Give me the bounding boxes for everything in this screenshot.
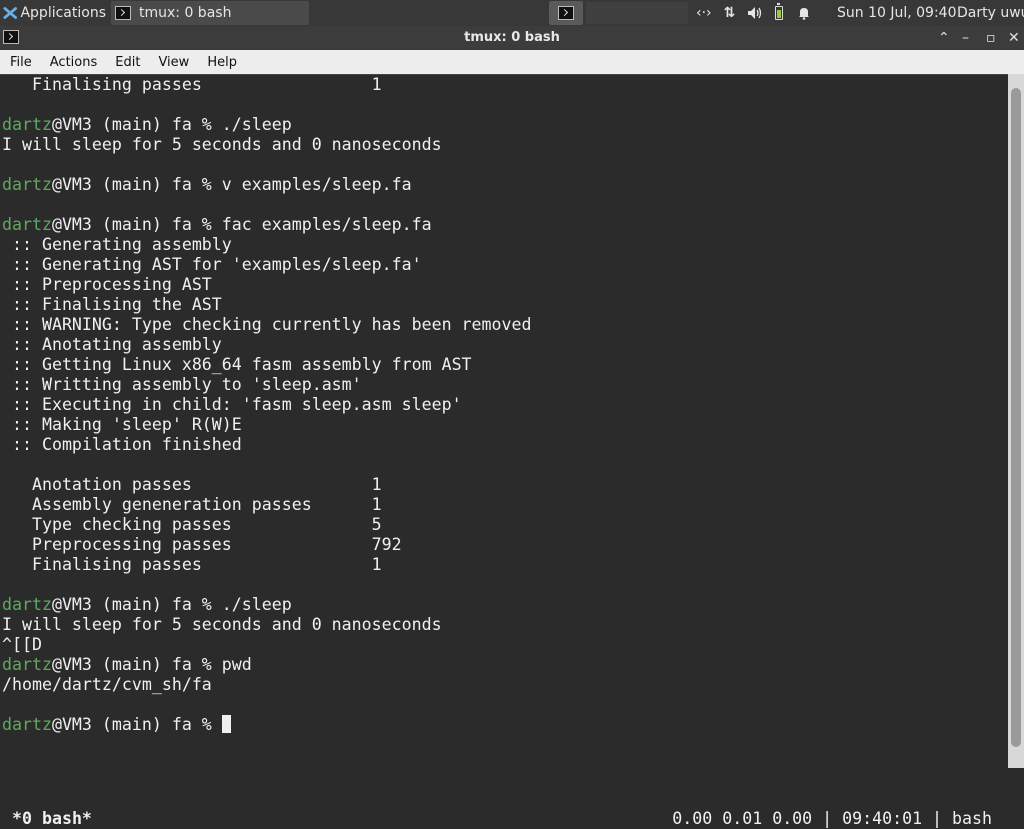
network-activity-icon[interactable]: ‹·›: [696, 5, 712, 21]
menu-actions[interactable]: Actions: [40, 55, 106, 70]
output-line: Anotation passes 1: [2, 475, 382, 494]
taskbar-button-terminal[interactable]: tmux: 0 bash: [111, 1, 309, 25]
tmux-status-right: 0.00 0.01 0.00 | 09:40:01 | bash: [672, 809, 992, 828]
prompt-command: ./sleep: [221, 115, 292, 134]
workspace-2-button[interactable]: [586, 2, 620, 24]
xfce-logo-icon: [3, 7, 18, 19]
workspace-3-button[interactable]: [620, 2, 654, 24]
menu-edit[interactable]: Edit: [105, 55, 148, 70]
prompt-line: dartz@VM3 (main) fa % v examples/sleep.f…: [2, 175, 412, 195]
prompt-command: fac examples/sleep.fa: [221, 215, 432, 234]
prompt-host-path: @VM3 (main) fa %: [51, 215, 222, 234]
output-line: Finalising passes 1: [2, 75, 382, 94]
menu-view[interactable]: View: [148, 55, 197, 70]
prompt-user: dartz: [2, 175, 52, 194]
close-window-icon[interactable]: ✕: [1008, 26, 1020, 50]
window-title: tmux: 0 bash: [464, 30, 560, 45]
prompt-line: dartz@VM3 (main) fa % pwd: [2, 655, 252, 675]
prompt-user: dartz: [2, 215, 52, 234]
prompt-line: dartz@VM3 (main) fa % fac examples/sleep…: [2, 215, 432, 235]
output-line: :: Generating assembly: [2, 235, 232, 254]
tmux-window-indicator[interactable]: *0 bash*: [12, 809, 92, 829]
battery-icon[interactable]: [775, 3, 784, 20]
prompt-line: dartz@VM3 (main) fa %: [2, 715, 231, 735]
prompt-line: dartz@VM3 (main) fa % ./sleep: [2, 595, 292, 615]
output-line: :: Generating AST for 'examples/sleep.fa…: [2, 255, 422, 274]
notification-bell-icon[interactable]: [797, 6, 811, 20]
scrollbar-thumb[interactable]: [1011, 87, 1021, 748]
output-line: :: Making 'sleep' R(W)E: [2, 415, 242, 434]
taskbar-button-label: tmux: 0 bash: [139, 5, 232, 21]
terminal-area[interactable]: Finalising passes 1 dartz@VM3 (main) fa %…: [0, 74, 1008, 828]
clock[interactable]: Sun 10 Jul, 09:40: [837, 0, 957, 26]
window-title-bar[interactable]: tmux: 0 bash ⌃ – ▫ ✕: [0, 26, 1024, 50]
output-line: :: Compilation finished: [2, 435, 242, 454]
terminal-icon: [115, 6, 131, 20]
workspace-1-button[interactable]: [549, 1, 583, 25]
output-line: I will sleep for 5 seconds and 0 nanosec…: [2, 135, 442, 154]
prompt-host-path: @VM3 (main) fa %: [51, 115, 222, 134]
menu-help[interactable]: Help: [197, 55, 245, 70]
prompt-user: dartz: [2, 715, 52, 734]
output-line: ^[[D: [2, 635, 42, 654]
prompt-host-path: @VM3 (main) fa %: [51, 175, 222, 194]
tmux-status-bar: *0 bash* 0.00 0.01 0.00 | 09:40:01 | bas…: [0, 809, 1008, 829]
prompt-line: dartz@VM3 (main) fa % ./sleep: [2, 115, 292, 135]
user-menu[interactable]: Darty uwu: [957, 0, 1024, 26]
network-transfer-icon[interactable]: ⇅: [724, 5, 736, 21]
prompt-command: v examples/sleep.fa: [221, 175, 412, 194]
output-line: :: Getting Linux x86_64 fasm assembly fr…: [2, 355, 472, 374]
output-line: Finalising passes 1: [2, 555, 382, 574]
applications-menu-button[interactable]: Applications: [0, 0, 106, 26]
output-line: :: Preprocessing AST: [2, 275, 212, 294]
shade-window-icon[interactable]: ⌃: [938, 26, 950, 50]
maximize-window-icon[interactable]: ▫: [986, 26, 996, 50]
prompt-command: ./sleep: [221, 595, 292, 614]
prompt-user: dartz: [2, 115, 52, 134]
output-line: :: Anotating assembly: [2, 335, 222, 354]
top-panel: Applications tmux: 0 bash ‹·› ⇅ Sun 10 J…: [0, 0, 1024, 26]
workspace-4-button[interactable]: [654, 2, 688, 24]
output-line: :: WARNING: Type checking currently has …: [2, 315, 532, 334]
prompt-host-path: @VM3 (main) fa %: [51, 595, 222, 614]
output-line: :: Writting assembly to 'sleep.asm': [2, 375, 362, 394]
volume-icon[interactable]: [747, 6, 763, 20]
system-tray: ‹·› ⇅: [696, 0, 823, 26]
output-line: I will sleep for 5 seconds and 0 nanosec…: [2, 615, 442, 634]
menu-file[interactable]: File: [0, 55, 40, 70]
prompt-user: dartz: [2, 595, 52, 614]
output-line: /home/dartz/cvm_sh/fa: [2, 675, 212, 694]
prompt-host-path: @VM3 (main) fa %: [51, 655, 222, 674]
terminal-icon: [558, 6, 574, 20]
text-cursor: [221, 715, 231, 733]
menu-bar: File Actions Edit View Help: [0, 50, 1024, 74]
output-line: Preprocessing passes 792: [2, 535, 402, 554]
terminal-scrollbar[interactable]: [1008, 74, 1024, 768]
output-line: Assembly geneneration passes 1: [2, 495, 382, 514]
prompt-command: pwd: [221, 655, 252, 674]
applications-label: Applications: [20, 5, 106, 21]
prompt-user: dartz: [2, 655, 52, 674]
output-line: :: Finalising the AST: [2, 295, 222, 314]
output-line: :: Executing in child: 'fasm sleep.asm s…: [2, 395, 462, 414]
prompt-host-path: @VM3 (main) fa %: [51, 715, 222, 734]
output-line: Type checking passes 5: [2, 515, 382, 534]
minimize-window-icon[interactable]: –: [962, 26, 969, 50]
